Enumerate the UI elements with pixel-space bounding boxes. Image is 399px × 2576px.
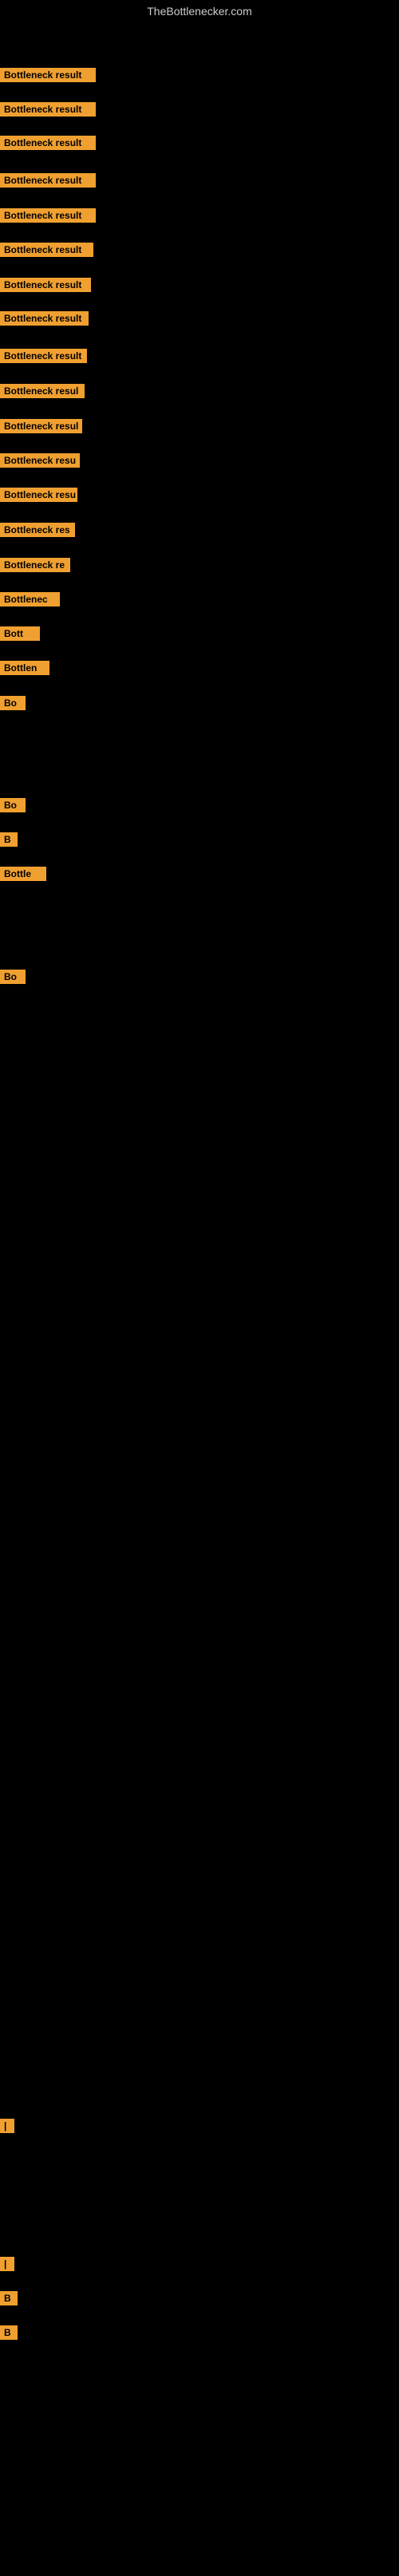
bottleneck-result-label: Bottleneck resu: [0, 453, 80, 468]
bottleneck-result-label: Bottleneck result: [0, 208, 96, 223]
bottleneck-result-label: Bott: [0, 626, 40, 641]
bottleneck-result-label: B: [0, 2325, 18, 2340]
bottleneck-result-label: Bottleneck result: [0, 68, 96, 82]
bottleneck-result-label: Bottle: [0, 867, 46, 881]
bottleneck-result-label: |: [0, 2119, 14, 2133]
bottleneck-result-label: Bo: [0, 970, 26, 984]
bottleneck-result-label: Bo: [0, 798, 26, 812]
bottleneck-result-label: Bottleneck result: [0, 349, 87, 363]
bottleneck-result-label: Bottleneck res: [0, 523, 75, 537]
bottleneck-result-label: Bottleneck result: [0, 173, 96, 188]
bottleneck-result-label: Bo: [0, 696, 26, 710]
bottleneck-result-label: B: [0, 2291, 18, 2305]
bottleneck-result-label: Bottleneck result: [0, 136, 96, 150]
bottleneck-result-label: Bottleneck resu: [0, 488, 77, 502]
bottleneck-result-label: Bottleneck result: [0, 102, 96, 117]
bottleneck-result-label: Bottleneck resul: [0, 384, 85, 398]
bottleneck-result-label: B: [0, 832, 18, 847]
bottleneck-result-label: Bottleneck re: [0, 558, 70, 572]
bottleneck-result-label: Bottleneck result: [0, 278, 91, 292]
bottleneck-result-label: Bottlen: [0, 661, 49, 675]
bottleneck-result-label: |: [0, 2257, 14, 2271]
bottleneck-result-label: Bottleneck resul: [0, 419, 82, 433]
bottleneck-result-label: Bottleneck result: [0, 243, 93, 257]
bottleneck-result-label: Bottlenec: [0, 592, 60, 606]
bottleneck-result-label: Bottleneck result: [0, 311, 89, 326]
site-title: TheBottlenecker.com: [0, 0, 399, 22]
